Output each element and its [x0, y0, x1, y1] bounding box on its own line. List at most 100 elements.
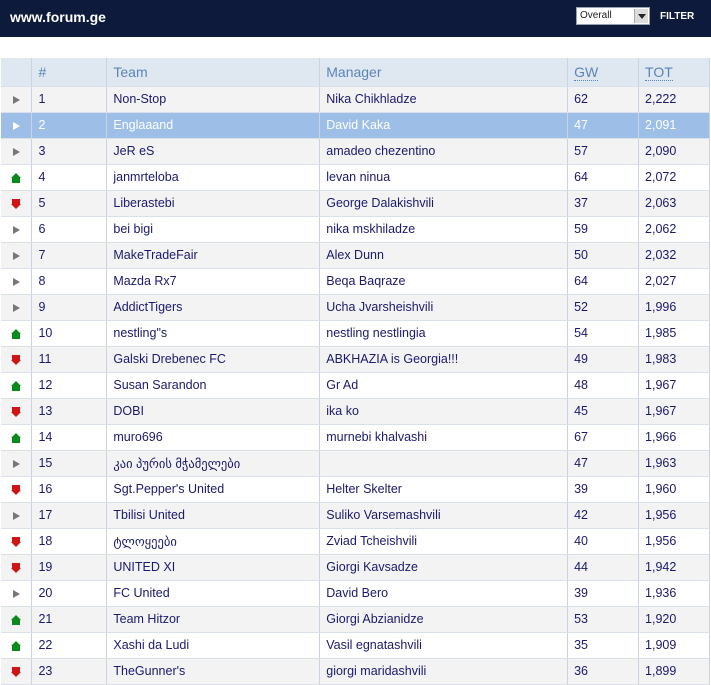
table-row[interactable]: 9 AddictTigers Ucha Jvarsheishvili 52 1,996 — [1, 294, 710, 321]
team-name-link[interactable]: AddictTigers — [106, 294, 321, 321]
table-row[interactable]: 23 TheGunner's giorgi maridashvili 36 1,899 — [1, 658, 710, 685]
table-row[interactable]: 20 FC United David Bero 39 1,936 — [1, 580, 710, 607]
manager-name: nika mskhiladze — [319, 216, 569, 243]
team-name-link[interactable]: nestling"s — [106, 320, 321, 347]
table-row[interactable]: 12 Susan Sarandon Gr Ad 48 1,967 — [1, 372, 710, 399]
table-row[interactable]: 22 Xashi da Ludi Vasil egnatashvili 35 1,909 — [1, 632, 710, 659]
rank-cell: 3 — [31, 138, 108, 165]
team-name-link[interactable]: Non-Stop — [106, 86, 321, 113]
gameweek-points: 42 — [567, 502, 640, 529]
team-name-link[interactable]: Galski Drebenec FC — [106, 346, 321, 373]
gameweek-points: 50 — [567, 242, 640, 269]
team-name-link[interactable]: UNITED XI — [106, 554, 321, 581]
movement-cell — [1, 554, 33, 581]
team-name-link[interactable]: Team Hitzor — [106, 606, 321, 633]
manager-name: ABKHAZIA is Georgia!!! — [319, 346, 569, 373]
gameweek-points: 39 — [567, 476, 640, 503]
manager-name: nestling nestlingia — [319, 320, 569, 347]
table-row[interactable]: 21 Team Hitzor Giorgi Abzianidze 53 1,920 — [1, 606, 710, 633]
manager-name: David Kaka — [319, 112, 569, 139]
total-points: 1,963 — [638, 450, 710, 477]
column-header-tot[interactable]: TOT — [638, 58, 710, 87]
manager-name: murnebi khalvashi — [319, 424, 569, 451]
table-row[interactable]: 11 Galski Drebenec FC ABKHAZIA is Georgia!… — [1, 346, 710, 373]
total-points: 1,942 — [638, 554, 710, 581]
table-row[interactable]: 14 muro696 murnebi khalvashi 67 1,966 — [1, 424, 710, 451]
total-points: 1,985 — [638, 320, 710, 347]
rank-same-icon — [11, 95, 21, 105]
movement-cell — [1, 346, 33, 373]
table-row[interactable]: 3 JeR eS amadeo chezentino 57 2,090 — [1, 138, 710, 165]
rank-up-icon — [11, 172, 22, 183]
table-row[interactable]: 1 Non-Stop Nika Chikhladze 62 2,222 — [1, 86, 710, 113]
rank-cell: 14 — [31, 424, 108, 451]
filter-select[interactable]: Overall — [576, 7, 650, 25]
rank-cell: 22 — [31, 632, 108, 659]
team-name-link[interactable]: Sgt.Pepper's United — [106, 476, 321, 503]
team-name-link[interactable]: Englaaand — [106, 112, 321, 139]
column-header-manager[interactable]: Manager — [319, 58, 569, 87]
table-row[interactable]: 10 nestling"s nestling nestlingia 54 1,985 — [1, 320, 710, 347]
manager-name: Alex Dunn — [319, 242, 569, 269]
team-name-link[interactable]: Mazda Rx7 — [106, 268, 321, 295]
filter-button[interactable]: FILTER — [660, 11, 694, 22]
team-name-link[interactable]: Susan Sarandon — [106, 372, 321, 399]
team-name-link[interactable]: Tbilisi United — [106, 502, 321, 529]
table-row[interactable]: 18 ტლოყეები Zviad Tcheishvili 40 1,956 — [1, 528, 710, 555]
team-name-link[interactable]: DOBI — [106, 398, 321, 425]
table-row[interactable]: 16 Sgt.Pepper's United Helter Skelter 39 1,9… — [1, 476, 710, 503]
team-name-link[interactable]: ტლოყეები — [106, 528, 321, 555]
movement-cell — [1, 450, 33, 477]
total-points: 2,032 — [638, 242, 710, 269]
movement-cell — [1, 112, 33, 139]
rank-down-icon — [11, 198, 22, 209]
manager-name: George Dalakishvili — [319, 190, 569, 217]
team-name-link[interactable]: Xashi da Ludi — [106, 632, 321, 659]
movement-cell — [1, 424, 33, 451]
team-name-link[interactable]: TheGunner's — [106, 658, 321, 685]
table-row[interactable]: 2 Englaaand David Kaka 47 2,091 — [1, 112, 710, 139]
table-row[interactable]: 4 janmrteloba levan ninua 64 2,072 — [1, 164, 710, 191]
team-name-link[interactable]: MakeTradeFair — [106, 242, 321, 269]
rank-up-icon — [11, 380, 22, 391]
movement-cell — [1, 476, 33, 503]
column-header-gw[interactable]: GW — [567, 58, 640, 87]
chevron-down-icon[interactable] — [634, 9, 648, 23]
rank-same-icon — [11, 225, 21, 235]
rank-down-icon — [11, 406, 22, 417]
table-row[interactable]: 8 Mazda Rx7 Beqa Baqraze 64 2,027 — [1, 268, 710, 295]
gameweek-points: 37 — [567, 190, 640, 217]
movement-cell — [1, 138, 33, 165]
team-name-link[interactable]: bei bigi — [106, 216, 321, 243]
gameweek-points: 36 — [567, 658, 640, 685]
table-row[interactable]: 17 Tbilisi United Suliko Varsemashvili 42 1,… — [1, 502, 710, 529]
total-points: 1,920 — [638, 606, 710, 633]
table-row[interactable]: 5 Liberastebi George Dalakishvili 37 2,063 — [1, 190, 710, 217]
site-title[interactable]: www.forum.ge — [10, 9, 106, 25]
manager-name — [319, 450, 569, 477]
team-name-link[interactable]: Liberastebi — [106, 190, 321, 217]
table-row[interactable]: 19 UNITED XI Giorgi Kavsadze 44 1,942 — [1, 554, 710, 581]
table-row[interactable]: 13 DOBI ika ko 45 1,967 — [1, 398, 710, 425]
team-name-link[interactable]: janmrteloba — [106, 164, 321, 191]
table-row[interactable]: 7 MakeTradeFair Alex Dunn 50 2,032 — [1, 242, 710, 269]
table-row[interactable]: 6 bei bigi nika mskhiladze 59 2,062 — [1, 216, 710, 243]
movement-cell — [1, 320, 33, 347]
table-row[interactable]: 15 კაი პურის მჭამელები 47 1,963 — [1, 450, 710, 477]
column-header-team[interactable]: Team — [106, 58, 321, 87]
rank-cell: 11 — [31, 346, 108, 373]
rank-cell: 20 — [31, 580, 108, 607]
gameweek-points: 35 — [567, 632, 640, 659]
gameweek-points: 40 — [567, 528, 640, 555]
manager-name: Suliko Varsemashvili — [319, 502, 569, 529]
gameweek-points: 44 — [567, 554, 640, 581]
rank-cell: 12 — [31, 372, 108, 399]
team-name-link[interactable]: FC United — [106, 580, 321, 607]
column-header-rank[interactable]: # — [31, 58, 108, 87]
movement-cell — [1, 528, 33, 555]
team-name-link[interactable]: კაი პურის მჭამელები — [106, 450, 321, 477]
rank-cell: 4 — [31, 164, 108, 191]
team-name-link[interactable]: muro696 — [106, 424, 321, 451]
team-name-link[interactable]: JeR eS — [106, 138, 321, 165]
total-points: 1,967 — [638, 372, 710, 399]
